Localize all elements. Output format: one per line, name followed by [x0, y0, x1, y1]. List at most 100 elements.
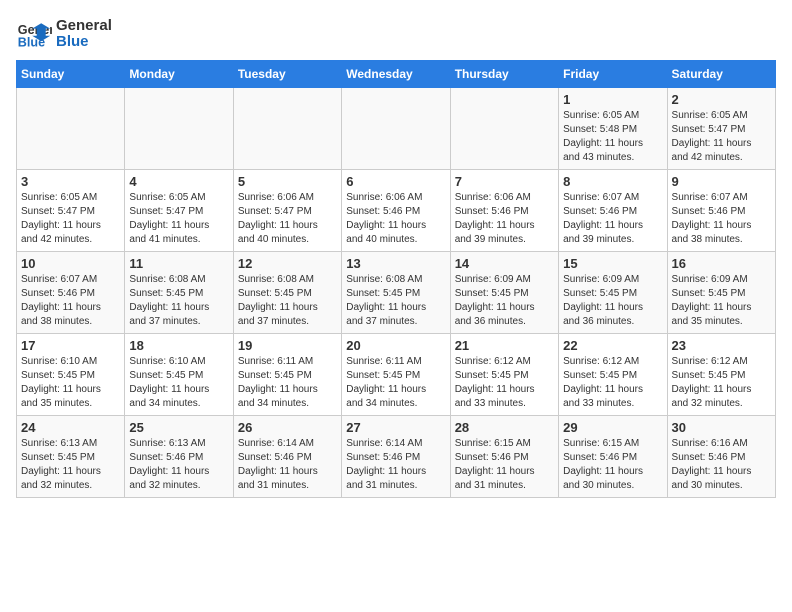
day-number: 15 — [563, 256, 662, 271]
day-info: Sunrise: 6:05 AM Sunset: 5:47 PM Dayligh… — [129, 191, 228, 247]
day-number: 7 — [455, 174, 554, 189]
day-info: Sunrise: 6:05 AM Sunset: 5:47 PM Dayligh… — [21, 191, 120, 247]
calendar-cell: 24 Sunrise: 6:13 AM Sunset: 5:45 PM Dayli… — [17, 416, 125, 498]
calendar-week-row: 24 Sunrise: 6:13 AM Sunset: 5:45 PM Dayli… — [17, 416, 776, 498]
calendar-cell: 28 Sunrise: 6:15 AM Sunset: 5:46 PM Dayli… — [450, 416, 558, 498]
day-info: Sunrise: 6:12 AM Sunset: 5:45 PM Dayligh… — [672, 355, 771, 411]
calendar-cell: 9 Sunrise: 6:07 AM Sunset: 5:46 PM Daylig… — [667, 170, 775, 252]
logo-general: General — [56, 18, 112, 35]
day-number: 30 — [672, 420, 771, 435]
day-info: Sunrise: 6:14 AM Sunset: 5:46 PM Dayligh… — [238, 437, 337, 493]
day-info: Sunrise: 6:08 AM Sunset: 5:45 PM Dayligh… — [238, 273, 337, 329]
calendar-cell — [125, 88, 233, 170]
day-number: 14 — [455, 256, 554, 271]
logo-icon: General Blue — [16, 16, 52, 52]
calendar-cell: 29Sunrise: 6:15 AM Sunset: 5:46 PM Dayli… — [559, 416, 667, 498]
day-info: Sunrise: 6:16 AM Sunset: 5:46 PM Dayligh… — [672, 437, 771, 493]
day-number: 1 — [563, 92, 662, 107]
calendar-cell: 3Sunrise: 6:05 AM Sunset: 5:47 PM Daylig… — [17, 170, 125, 252]
day-info: Sunrise: 6:08 AM Sunset: 5:45 PM Dayligh… — [129, 273, 228, 329]
calendar-cell — [233, 88, 341, 170]
day-number: 26 — [238, 420, 337, 435]
day-number: 24 — [21, 420, 120, 435]
header-wednesday: Wednesday — [342, 61, 450, 88]
day-number: 21 — [455, 338, 554, 353]
day-info: Sunrise: 6:09 AM Sunset: 5:45 PM Dayligh… — [563, 273, 662, 329]
weekday-header-row: SundayMondayTuesdayWednesdayThursdayFrid… — [17, 61, 776, 88]
day-info: Sunrise: 6:09 AM Sunset: 5:45 PM Dayligh… — [455, 273, 554, 329]
day-number: 10 — [21, 256, 120, 271]
day-info: Sunrise: 6:11 AM Sunset: 5:45 PM Dayligh… — [238, 355, 337, 411]
day-number: 9 — [672, 174, 771, 189]
header-tuesday: Tuesday — [233, 61, 341, 88]
day-info: Sunrise: 6:08 AM Sunset: 5:45 PM Dayligh… — [346, 273, 445, 329]
calendar-week-row: 17 Sunrise: 6:10 AM Sunset: 5:45 PM Dayli… — [17, 334, 776, 416]
calendar-cell: 8Sunrise: 6:07 AM Sunset: 5:46 PM Daylig… — [559, 170, 667, 252]
header-thursday: Thursday — [450, 61, 558, 88]
calendar-cell: 4 Sunrise: 6:05 AM Sunset: 5:47 PM Daylig… — [125, 170, 233, 252]
calendar-cell: 12 Sunrise: 6:08 AM Sunset: 5:45 PM Dayli… — [233, 252, 341, 334]
day-info: Sunrise: 6:15 AM Sunset: 5:46 PM Dayligh… — [563, 437, 662, 493]
day-number: 5 — [238, 174, 337, 189]
calendar-cell: 2Sunrise: 6:05 AM Sunset: 5:47 PM Daylig… — [667, 88, 775, 170]
day-number: 4 — [129, 174, 228, 189]
calendar-table: SundayMondayTuesdayWednesdayThursdayFrid… — [16, 60, 776, 498]
calendar-cell: 18 Sunrise: 6:10 AM Sunset: 5:45 PM Dayli… — [125, 334, 233, 416]
day-number: 23 — [672, 338, 771, 353]
calendar-cell: 26 Sunrise: 6:14 AM Sunset: 5:46 PM Dayli… — [233, 416, 341, 498]
day-info: Sunrise: 6:15 AM Sunset: 5:46 PM Dayligh… — [455, 437, 554, 493]
day-info: Sunrise: 6:12 AM Sunset: 5:45 PM Dayligh… — [455, 355, 554, 411]
day-number: 19 — [238, 338, 337, 353]
day-number: 6 — [346, 174, 445, 189]
day-number: 27 — [346, 420, 445, 435]
calendar-cell: 27 Sunrise: 6:14 AM Sunset: 5:46 PM Dayli… — [342, 416, 450, 498]
calendar-cell: 14 Sunrise: 6:09 AM Sunset: 5:45 PM Dayli… — [450, 252, 558, 334]
calendar-cell — [17, 88, 125, 170]
day-info: Sunrise: 6:11 AM Sunset: 5:45 PM Dayligh… — [346, 355, 445, 411]
calendar-cell: 6 Sunrise: 6:06 AM Sunset: 5:46 PM Daylig… — [342, 170, 450, 252]
day-info: Sunrise: 6:12 AM Sunset: 5:45 PM Dayligh… — [563, 355, 662, 411]
calendar-cell: 15 Sunrise: 6:09 AM Sunset: 5:45 PM Dayli… — [559, 252, 667, 334]
day-info: Sunrise: 6:10 AM Sunset: 5:45 PM Dayligh… — [21, 355, 120, 411]
header-sunday: Sunday — [17, 61, 125, 88]
calendar-cell: 21 Sunrise: 6:12 AM Sunset: 5:45 PM Dayli… — [450, 334, 558, 416]
calendar-cell: 11Sunrise: 6:08 AM Sunset: 5:45 PM Dayli… — [125, 252, 233, 334]
day-info: Sunrise: 6:09 AM Sunset: 5:45 PM Dayligh… — [672, 273, 771, 329]
calendar-week-row: 1 Sunrise: 6:05 AM Sunset: 5:48 PM Daylig… — [17, 88, 776, 170]
calendar-cell: 25Sunrise: 6:13 AM Sunset: 5:46 PM Dayli… — [125, 416, 233, 498]
day-info: Sunrise: 6:13 AM Sunset: 5:45 PM Dayligh… — [21, 437, 120, 493]
day-info: Sunrise: 6:07 AM Sunset: 5:46 PM Dayligh… — [672, 191, 771, 247]
day-number: 28 — [455, 420, 554, 435]
calendar-cell: 17 Sunrise: 6:10 AM Sunset: 5:45 PM Dayli… — [17, 334, 125, 416]
header-saturday: Saturday — [667, 61, 775, 88]
calendar-week-row: 3Sunrise: 6:05 AM Sunset: 5:47 PM Daylig… — [17, 170, 776, 252]
day-number: 13 — [346, 256, 445, 271]
calendar-cell: 13 Sunrise: 6:08 AM Sunset: 5:45 PM Dayli… — [342, 252, 450, 334]
calendar-cell: 1 Sunrise: 6:05 AM Sunset: 5:48 PM Daylig… — [559, 88, 667, 170]
calendar-cell: 19 Sunrise: 6:11 AM Sunset: 5:45 PM Dayli… — [233, 334, 341, 416]
day-number: 16 — [672, 256, 771, 271]
calendar-cell: 16 Sunrise: 6:09 AM Sunset: 5:45 PM Dayli… — [667, 252, 775, 334]
calendar-cell: 10 Sunrise: 6:07 AM Sunset: 5:46 PM Dayli… — [17, 252, 125, 334]
day-info: Sunrise: 6:07 AM Sunset: 5:46 PM Dayligh… — [21, 273, 120, 329]
day-info: Sunrise: 6:05 AM Sunset: 5:48 PM Dayligh… — [563, 109, 662, 165]
day-number: 12 — [238, 256, 337, 271]
day-number: 8 — [563, 174, 662, 189]
header-monday: Monday — [125, 61, 233, 88]
day-info: Sunrise: 6:06 AM Sunset: 5:46 PM Dayligh… — [346, 191, 445, 247]
calendar-cell — [342, 88, 450, 170]
calendar-cell: 22Sunrise: 6:12 AM Sunset: 5:45 PM Dayli… — [559, 334, 667, 416]
calendar-cell: 23 Sunrise: 6:12 AM Sunset: 5:45 PM Dayli… — [667, 334, 775, 416]
page-header: General Blue General Blue — [16, 16, 776, 52]
logo: General Blue General Blue — [16, 16, 112, 52]
day-number: 2 — [672, 92, 771, 107]
day-info: Sunrise: 6:10 AM Sunset: 5:45 PM Dayligh… — [129, 355, 228, 411]
day-number: 18 — [129, 338, 228, 353]
day-info: Sunrise: 6:06 AM Sunset: 5:46 PM Dayligh… — [455, 191, 554, 247]
day-info: Sunrise: 6:06 AM Sunset: 5:47 PM Dayligh… — [238, 191, 337, 247]
day-number: 17 — [21, 338, 120, 353]
day-info: Sunrise: 6:14 AM Sunset: 5:46 PM Dayligh… — [346, 437, 445, 493]
day-number: 20 — [346, 338, 445, 353]
header-friday: Friday — [559, 61, 667, 88]
calendar-cell: 5 Sunrise: 6:06 AM Sunset: 5:47 PM Daylig… — [233, 170, 341, 252]
